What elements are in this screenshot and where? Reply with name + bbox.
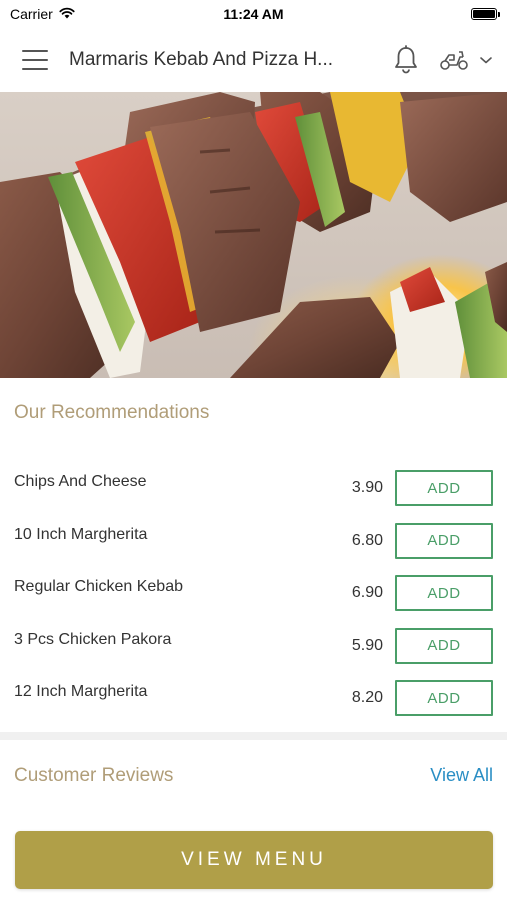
battery-fill	[473, 10, 495, 18]
recommendations-title: Our Recommendations	[14, 402, 210, 423]
chevron-down-icon[interactable]	[479, 55, 493, 65]
status-bar: Carrier 11:24 AM	[0, 0, 507, 28]
item-price: 8.20	[351, 689, 383, 707]
list-item: 3 Pcs Chicken Pakora 5.90 ADD	[0, 620, 507, 673]
reviews-title: Customer Reviews	[14, 765, 174, 786]
header-actions	[393, 45, 493, 75]
add-button[interactable]: ADD	[395, 522, 493, 559]
hero-image	[0, 92, 507, 378]
carrier-label: Carrier	[10, 6, 53, 22]
list-item: 10 Inch Margherita 6.80 ADD	[0, 515, 507, 568]
recommendations-list: Chips And Cheese 3.90 ADD 10 Inch Marghe…	[0, 462, 507, 725]
reviews-section: Customer Reviews View All	[0, 740, 507, 820]
status-time: 11:24 AM	[223, 6, 284, 22]
kebab-illustration	[0, 92, 507, 378]
app-header: Marmaris Kebab And Pizza H...	[0, 28, 507, 92]
item-price: 3.90	[351, 479, 383, 497]
section-divider	[0, 732, 507, 740]
item-name: Regular Chicken Kebab	[14, 578, 183, 596]
list-item: 12 Inch Margherita 8.20 ADD	[0, 672, 507, 725]
recommendations-section: Our Recommendations Chips And Cheese 3.9…	[0, 378, 507, 732]
add-button[interactable]: ADD	[395, 575, 493, 612]
restaurant-title: Marmaris Kebab And Pizza H...	[69, 49, 333, 70]
item-name: 3 Pcs Chicken Pakora	[14, 630, 172, 648]
add-button[interactable]: ADD	[395, 627, 493, 664]
item-name: 10 Inch Margherita	[14, 525, 148, 543]
item-price: 6.80	[351, 531, 383, 549]
add-button[interactable]: ADD	[395, 680, 493, 717]
item-price: 5.90	[351, 636, 383, 654]
add-button[interactable]: ADD	[395, 470, 493, 507]
bell-icon[interactable]	[393, 45, 419, 75]
scooter-icon[interactable]	[439, 49, 469, 71]
hamburger-menu-icon[interactable]	[22, 50, 48, 70]
wifi-icon	[59, 6, 75, 22]
view-menu-button[interactable]: VIEW MENU	[15, 831, 493, 889]
item-price: 6.90	[351, 584, 383, 602]
view-all-link[interactable]: View All	[430, 765, 493, 786]
list-item: Regular Chicken Kebab 6.90 ADD	[0, 567, 507, 620]
status-left: Carrier	[10, 6, 75, 22]
item-name: 12 Inch Margherita	[14, 683, 148, 701]
list-item: Chips And Cheese 3.90 ADD	[0, 462, 507, 515]
battery-icon	[471, 8, 500, 20]
item-name: Chips And Cheese	[14, 473, 147, 491]
